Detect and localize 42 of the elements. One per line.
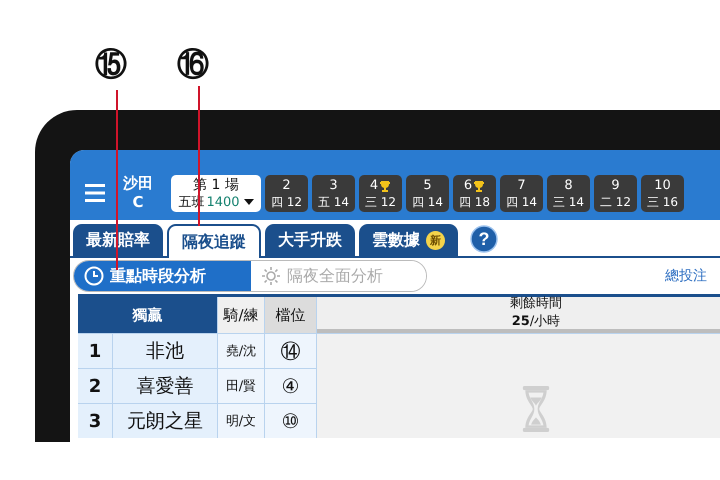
caret-icon [244,199,254,205]
draw-cell: ⑩ [265,404,316,438]
jockey-trainer-cell: 田/賢 [218,369,264,403]
segment-option[interactable]: 重點時段分析 [74,261,251,291]
total-bets-link[interactable]: 總投注 [665,267,707,285]
tab[interactable]: 大手升跌 [265,224,355,256]
draw-cell: ⑭ [265,334,316,368]
remaining-time-value: 25/小時 [512,313,560,331]
new-badge: 新 [426,230,445,250]
race-chip[interactable]: 5 四 14 [406,175,449,212]
help-icon[interactable]: ? [470,225,498,253]
horse-name[interactable]: 元朗之星 [113,404,217,438]
row-number: 1 [78,334,112,368]
menu-icon[interactable] [85,184,105,202]
horse-name[interactable]: 非池 [113,334,217,368]
venue-name: 沙田 [123,174,153,193]
callout-number: ⑮ [95,44,127,84]
column-header: 獨贏 [78,297,217,333]
race-chip[interactable]: 4 三 12 [359,175,402,212]
race-chip[interactable]: 2 四 12 [265,175,308,212]
race-chip[interactable]: 7 四 14 [500,175,543,212]
column-header: 騎/練 [218,297,264,333]
callout-number: ⑯ [177,44,209,84]
tab[interactable]: 隔夜追蹤 [167,224,261,258]
race-chip[interactable]: 10 三 16 [641,175,684,212]
race-chip[interactable]: 8 三 14 [547,175,590,212]
row-number: 3 [78,404,112,438]
hourglass-icon [521,386,551,432]
draw-cell: ④ [265,369,316,403]
column-header: 檔位 [265,297,316,333]
sun-icon [261,266,281,286]
jockey-trainer-cell: 堯/沈 [218,334,264,368]
remaining-time-label: 剩餘時間 [510,295,562,313]
tab[interactable]: 雲數據 新 [359,224,458,256]
jockey-trainer-cell: 明/文 [218,404,264,438]
race-chip[interactable]: 9 二 12 [594,175,637,212]
row-number: 2 [78,369,112,403]
clock-icon [84,266,104,286]
race-chip[interactable]: 6 四 18 [453,175,496,212]
race-chip[interactable]: 3 五 14 [312,175,355,212]
horse-name[interactable]: 喜愛善 [113,369,217,403]
track-label: C [132,193,144,212]
